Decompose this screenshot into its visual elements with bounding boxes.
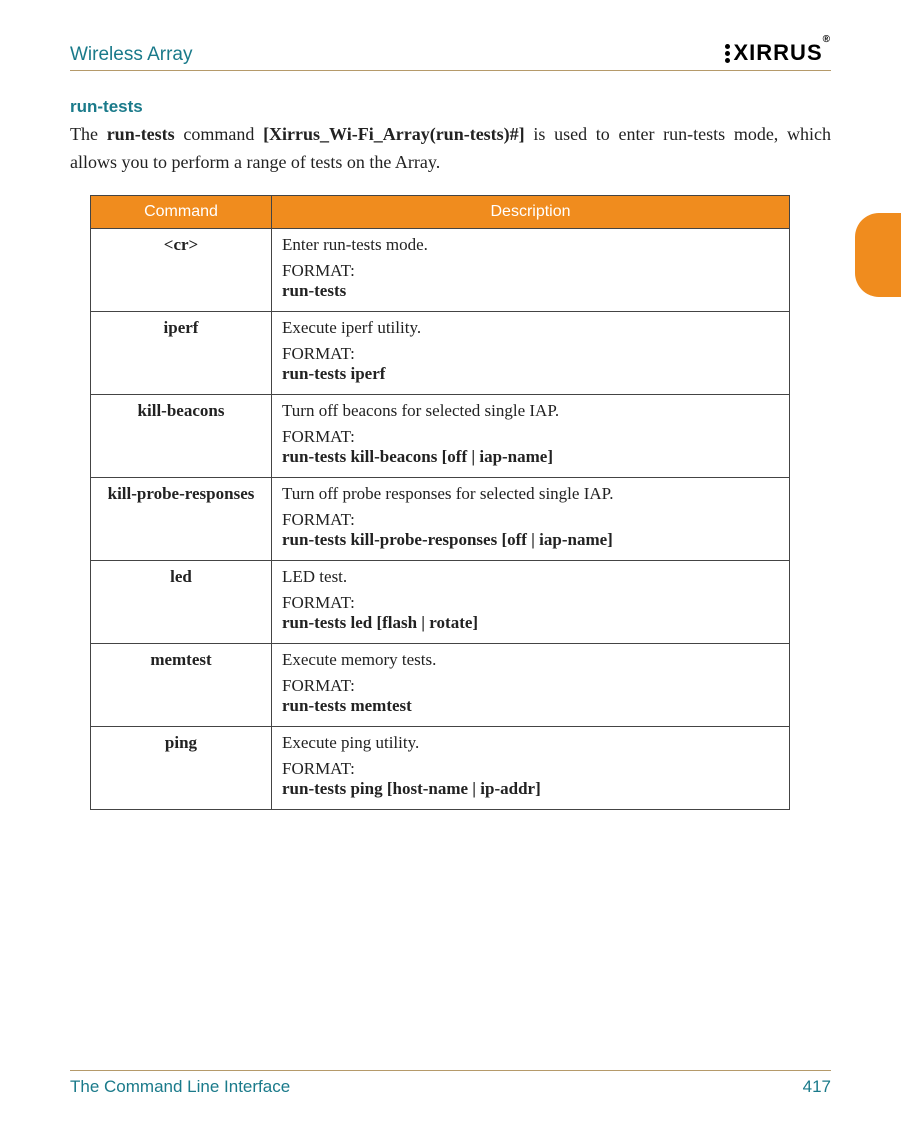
cmd-name: iperf xyxy=(91,311,272,394)
format-label: FORMAT: xyxy=(282,759,779,779)
logo-name: XIRRUS xyxy=(734,40,823,65)
format-value: run-tests kill-probe-responses [off | ia… xyxy=(282,530,779,550)
table-row: <cr> Enter run-tests mode. FORMAT: run-t… xyxy=(91,228,790,311)
section-intro: The run-tests command [Xirrus_Wi-Fi_Arra… xyxy=(70,121,831,177)
cmd-name: led xyxy=(91,560,272,643)
cmd-desc: LED test. xyxy=(282,567,779,587)
cmd-desc-cell: Execute memory tests. FORMAT: run-tests … xyxy=(272,643,790,726)
side-tab-icon xyxy=(855,213,901,297)
cmd-name: ping xyxy=(91,726,272,809)
cmd-desc-cell: Turn off beacons for selected single IAP… xyxy=(272,394,790,477)
cmd-desc-cell: Turn off probe responses for selected si… xyxy=(272,477,790,560)
cmd-desc-cell: Execute ping utility. FORMAT: run-tests … xyxy=(272,726,790,809)
logo-text: XIRRUS® xyxy=(734,40,832,66)
table-row: kill-probe-responses Turn off probe resp… xyxy=(91,477,790,560)
intro-text: The xyxy=(70,124,107,144)
col-header-command: Command xyxy=(91,195,272,228)
footer-section: The Command Line Interface xyxy=(70,1077,290,1097)
cmd-desc-cell: Enter run-tests mode. FORMAT: run-tests xyxy=(272,228,790,311)
format-value: run-tests ping [host-name | ip-addr] xyxy=(282,779,779,799)
format-label: FORMAT: xyxy=(282,510,779,530)
cmd-desc: Execute iperf utility. xyxy=(282,318,779,338)
section-title: run-tests xyxy=(70,97,831,117)
intro-text: command xyxy=(175,124,263,144)
cmd-name: <cr> xyxy=(91,228,272,311)
page-footer: The Command Line Interface 417 xyxy=(70,1070,831,1097)
cmd-name: kill-probe-responses xyxy=(91,477,272,560)
cmd-desc: Turn off beacons for selected single IAP… xyxy=(282,401,779,421)
format-value: run-tests memtest xyxy=(282,696,779,716)
document-title: Wireless Array xyxy=(70,44,192,66)
logo-dots-icon xyxy=(725,44,730,63)
cmd-desc: Turn off probe responses for selected si… xyxy=(282,484,779,504)
format-label: FORMAT: xyxy=(282,427,779,447)
col-header-description: Description xyxy=(272,195,790,228)
brand-logo: XIRRUS® xyxy=(725,40,832,66)
table-row: memtest Execute memory tests. FORMAT: ru… xyxy=(91,643,790,726)
page-header: Wireless Array XIRRUS® xyxy=(70,40,831,71)
intro-cmd: run-tests xyxy=(107,124,175,144)
format-label: FORMAT: xyxy=(282,344,779,364)
cmd-name: memtest xyxy=(91,643,272,726)
cmd-desc: Execute memory tests. xyxy=(282,650,779,670)
intro-prompt: [Xirrus_Wi-Fi_Array(run-tests)#] xyxy=(263,124,525,144)
format-label: FORMAT: xyxy=(282,676,779,696)
table-row: ping Execute ping utility. FORMAT: run-t… xyxy=(91,726,790,809)
table-row: kill-beacons Turn off beacons for select… xyxy=(91,394,790,477)
registered-icon: ® xyxy=(823,34,831,45)
format-value: run-tests xyxy=(282,281,779,301)
cmd-name: kill-beacons xyxy=(91,394,272,477)
format-label: FORMAT: xyxy=(282,261,779,281)
format-value: run-tests iperf xyxy=(282,364,779,384)
table-row: iperf Execute iperf utility. FORMAT: run… xyxy=(91,311,790,394)
format-value: run-tests kill-beacons [off | iap-name] xyxy=(282,447,779,467)
commands-table: Command Description <cr> Enter run-tests… xyxy=(90,195,790,810)
cmd-desc: Enter run-tests mode. xyxy=(282,235,779,255)
cmd-desc: Execute ping utility. xyxy=(282,733,779,753)
format-value: run-tests led [flash | rotate] xyxy=(282,613,779,633)
format-label: FORMAT: xyxy=(282,593,779,613)
footer-page-number: 417 xyxy=(803,1077,831,1097)
table-row: led LED test. FORMAT: run-tests led [fla… xyxy=(91,560,790,643)
cmd-desc-cell: LED test. FORMAT: run-tests led [flash |… xyxy=(272,560,790,643)
cmd-desc-cell: Execute iperf utility. FORMAT: run-tests… xyxy=(272,311,790,394)
